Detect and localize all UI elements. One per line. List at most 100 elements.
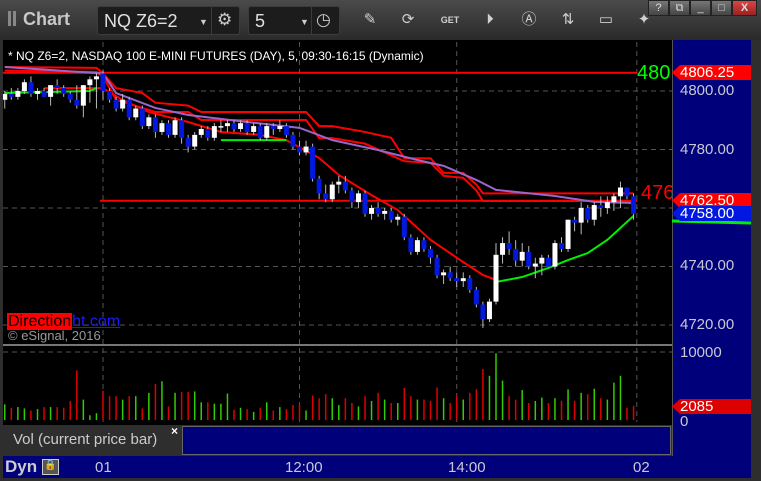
time-label: 14:00 bbox=[448, 459, 486, 476]
chart-header: * NQ Z6=2, NASDAQ 100 E-MINI FUTURES (DA… bbox=[8, 49, 424, 63]
candle-body bbox=[113, 99, 119, 109]
candle-body bbox=[342, 181, 348, 191]
candle-body bbox=[349, 190, 355, 203]
green-line-axis-marker bbox=[671, 219, 752, 225]
candle-body bbox=[244, 123, 250, 132]
candle-body bbox=[41, 91, 47, 97]
candle-body bbox=[414, 240, 420, 252]
candle-body bbox=[224, 123, 230, 127]
candle-body bbox=[28, 82, 34, 94]
candle-body bbox=[375, 208, 381, 214]
candle-body bbox=[388, 210, 394, 220]
close-icon[interactable]: × bbox=[171, 424, 178, 438]
candle-body bbox=[152, 117, 158, 132]
candle-body bbox=[218, 126, 224, 128]
lock-icon[interactable]: 🔒 bbox=[42, 459, 59, 475]
candle-body bbox=[631, 196, 637, 214]
candle-body bbox=[506, 243, 512, 249]
indicator-line bbox=[4, 66, 634, 195]
line-flag: 4762.50 bbox=[672, 193, 751, 208]
candle-body bbox=[591, 205, 597, 220]
candle-body bbox=[198, 129, 204, 135]
candle-body bbox=[251, 126, 257, 132]
candle-body bbox=[316, 178, 322, 194]
candle-body bbox=[3, 93, 8, 100]
candle-body bbox=[139, 108, 145, 127]
study-legend-label[interactable]: Vol (current price bar) bbox=[13, 431, 157, 448]
candle-body bbox=[526, 251, 532, 267]
candle-body bbox=[552, 243, 558, 267]
volume-label: 0 bbox=[680, 413, 689, 430]
candle-body bbox=[74, 99, 80, 106]
line-label-4806: 480 bbox=[637, 62, 671, 84]
candle-body bbox=[401, 216, 407, 238]
candle-body bbox=[192, 134, 198, 147]
dynamic-mode-label[interactable]: Dyn bbox=[5, 457, 37, 477]
candle-body bbox=[467, 278, 473, 290]
candle-body bbox=[473, 289, 479, 305]
candle-body bbox=[604, 202, 610, 208]
candle-body bbox=[159, 123, 165, 132]
candle-body bbox=[283, 126, 289, 135]
candle-body bbox=[454, 278, 460, 282]
candle-body bbox=[67, 93, 73, 100]
candle-body bbox=[519, 251, 525, 261]
price-label: 4800.00 bbox=[680, 82, 735, 99]
candle-body bbox=[61, 88, 67, 94]
candle-body bbox=[35, 91, 40, 94]
candle-body bbox=[179, 120, 185, 138]
candle-body bbox=[578, 208, 584, 223]
candle-body bbox=[624, 187, 630, 197]
candle-body bbox=[369, 208, 375, 214]
candle-body bbox=[290, 134, 296, 147]
candle-body bbox=[421, 240, 427, 249]
candle-body bbox=[87, 79, 93, 86]
candle-body bbox=[598, 205, 604, 208]
candle-body bbox=[270, 126, 276, 130]
candle-body bbox=[355, 193, 361, 203]
candle-body bbox=[395, 216, 401, 220]
last-line-flag: 4806.25 bbox=[672, 65, 751, 80]
candle-body bbox=[532, 263, 538, 267]
candle-body bbox=[205, 129, 211, 138]
candle-body bbox=[120, 99, 126, 109]
candle-body bbox=[323, 193, 329, 200]
candle-body bbox=[336, 181, 342, 185]
candle-body bbox=[133, 108, 139, 118]
candle-body bbox=[146, 117, 152, 127]
price-label: 4720.00 bbox=[680, 316, 735, 333]
candle-body bbox=[185, 137, 191, 147]
candle-body bbox=[238, 123, 244, 130]
candle-body bbox=[15, 91, 21, 97]
candle-body bbox=[100, 73, 106, 91]
candle-body bbox=[54, 85, 60, 89]
candle-body bbox=[428, 248, 433, 258]
candle-body bbox=[513, 248, 519, 261]
candle-body bbox=[21, 82, 27, 91]
candle-body bbox=[211, 126, 217, 138]
candle-body bbox=[48, 85, 54, 97]
candle-body bbox=[585, 208, 591, 220]
candle-body bbox=[480, 304, 486, 320]
candle-body bbox=[80, 85, 86, 106]
candle-body bbox=[231, 123, 237, 130]
candle-body bbox=[172, 120, 178, 135]
candle-body bbox=[264, 126, 270, 138]
candle-body bbox=[303, 146, 309, 153]
candle-body bbox=[107, 91, 113, 100]
candle-body bbox=[408, 237, 414, 252]
candle-body bbox=[572, 219, 578, 223]
candle-body bbox=[559, 243, 564, 249]
candle-body bbox=[93, 76, 99, 80]
candle-body bbox=[447, 272, 453, 279]
candle-body bbox=[434, 257, 440, 276]
time-label: 12:00 bbox=[285, 459, 323, 476]
candle-body bbox=[500, 243, 506, 255]
time-label: 01 bbox=[95, 459, 112, 476]
candle-body bbox=[257, 126, 263, 138]
volume-label: 10000 bbox=[680, 344, 722, 361]
candle-body bbox=[441, 272, 447, 276]
copyright: © eSignal, 2016 bbox=[8, 328, 101, 343]
price-label: 4780.00 bbox=[680, 141, 735, 158]
candle-body bbox=[493, 254, 499, 302]
